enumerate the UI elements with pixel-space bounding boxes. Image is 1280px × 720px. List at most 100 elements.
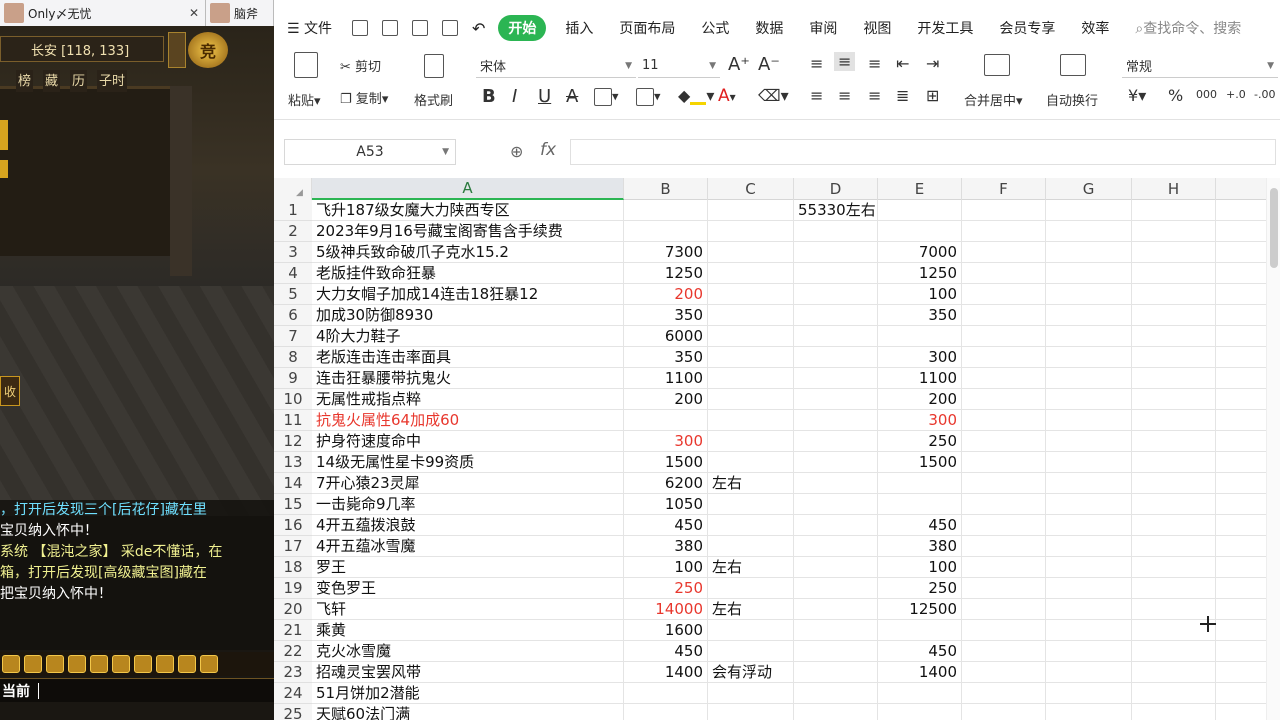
- cell-e[interactable]: 300: [878, 410, 962, 431]
- cell-e[interactable]: 300: [878, 347, 962, 368]
- cell-e[interactable]: 12500: [878, 599, 962, 620]
- cell-e[interactable]: 1500: [878, 452, 962, 473]
- cell-g[interactable]: [1046, 200, 1132, 221]
- cell-a[interactable]: 加成30防御8930: [312, 305, 624, 326]
- row-header[interactable]: 5: [274, 284, 312, 305]
- cell-c[interactable]: [708, 326, 794, 347]
- cell-e[interactable]: [878, 620, 962, 641]
- cell-e[interactable]: 450: [878, 641, 962, 662]
- cell-g[interactable]: [1046, 452, 1132, 473]
- cell-h[interactable]: [1132, 200, 1216, 221]
- cell-d[interactable]: [794, 641, 878, 662]
- cell-b[interactable]: 300: [624, 431, 708, 452]
- cell-b[interactable]: 7300: [624, 242, 708, 263]
- card-icon[interactable]: [112, 655, 130, 673]
- cell-g[interactable]: [1046, 557, 1132, 578]
- cell-e[interactable]: 100: [878, 284, 962, 305]
- cell-a[interactable]: 克火冰雪魔: [312, 641, 624, 662]
- cell-a[interactable]: 抗鬼火属性64加成60: [312, 410, 624, 431]
- cell-a[interactable]: 飞升187级女魔大力陕西专区: [312, 200, 624, 221]
- cell-f[interactable]: [962, 620, 1046, 641]
- cell-f[interactable]: [962, 368, 1046, 389]
- collapse-button[interactable]: 收: [0, 376, 20, 406]
- cell-h[interactable]: [1132, 305, 1216, 326]
- merge-center-button[interactable]: 合并居中▾: [964, 90, 1023, 109]
- underline-icon[interactable]: U: [538, 86, 551, 107]
- cell-c[interactable]: [708, 578, 794, 599]
- cell-c[interactable]: [708, 284, 794, 305]
- cell-b[interactable]: [624, 200, 708, 221]
- minimap-toggle-button[interactable]: [168, 32, 186, 68]
- cell-h[interactable]: [1132, 683, 1216, 704]
- cell-g[interactable]: [1046, 683, 1132, 704]
- row-header[interactable]: 20: [274, 599, 312, 620]
- cell-b[interactable]: 350: [624, 347, 708, 368]
- column-header-c[interactable]: C: [708, 178, 794, 200]
- italic-icon[interactable]: I: [512, 86, 517, 107]
- cell-c[interactable]: [708, 389, 794, 410]
- cell-e[interactable]: 1400: [878, 662, 962, 683]
- paste-icon[interactable]: [294, 52, 318, 78]
- percent-button[interactable]: %: [1168, 86, 1183, 105]
- cell-b[interactable]: [624, 704, 708, 720]
- row-header[interactable]: 18: [274, 557, 312, 578]
- cell-f[interactable]: [962, 704, 1046, 720]
- menu-history[interactable]: 历: [70, 70, 88, 92]
- column-header-e[interactable]: E: [878, 178, 962, 200]
- row-header[interactable]: 21: [274, 620, 312, 641]
- cell-g[interactable]: [1046, 221, 1132, 242]
- cell-d[interactable]: [794, 683, 878, 704]
- cell-a[interactable]: 天赋60法门满: [312, 704, 624, 720]
- cell-a[interactable]: 一击毙命9几率: [312, 494, 624, 515]
- row-header[interactable]: 11: [274, 410, 312, 431]
- column-header-h[interactable]: H: [1132, 178, 1216, 200]
- tab-developer[interactable]: 开发工具: [904, 18, 986, 38]
- cell-b[interactable]: 1250: [624, 263, 708, 284]
- font-color-icon[interactable]: A▾: [718, 86, 736, 106]
- cell-b[interactable]: 1600: [624, 620, 708, 641]
- print-preview-icon[interactable]: [442, 20, 459, 36]
- horn-icon[interactable]: [178, 655, 196, 673]
- cell-d[interactable]: [794, 452, 878, 473]
- row-header[interactable]: 9: [274, 368, 312, 389]
- fx-icon[interactable]: fx: [540, 140, 556, 160]
- cell-c[interactable]: [708, 641, 794, 662]
- cell-h[interactable]: [1132, 515, 1216, 536]
- cell-h[interactable]: [1132, 641, 1216, 662]
- cell-g[interactable]: [1046, 704, 1132, 720]
- tab-home[interactable]: 开始: [498, 15, 547, 41]
- font-name-select[interactable]: 宋体 ▼: [476, 54, 636, 78]
- cell-e[interactable]: 1250: [878, 263, 962, 284]
- row-header[interactable]: 4: [274, 263, 312, 284]
- cell-f[interactable]: [962, 326, 1046, 347]
- cell-b[interactable]: 1400: [624, 662, 708, 683]
- cell-b[interactable]: 450: [624, 515, 708, 536]
- row-header[interactable]: 22: [274, 641, 312, 662]
- menu-rank[interactable]: 榜: [16, 70, 34, 92]
- wrap-text-button[interactable]: 自动换行: [1046, 90, 1098, 109]
- select-all-corner[interactable]: ◢: [274, 178, 312, 200]
- cell-c[interactable]: 左右: [708, 557, 794, 578]
- cell-f[interactable]: [962, 536, 1046, 557]
- cell-f[interactable]: [962, 284, 1046, 305]
- column-header-a[interactable]: A: [312, 178, 624, 200]
- cell-c[interactable]: [708, 683, 794, 704]
- cell-c[interactable]: [708, 431, 794, 452]
- cell-f[interactable]: [962, 641, 1046, 662]
- row-header[interactable]: 6: [274, 305, 312, 326]
- cell-a[interactable]: 老版连击连击率面具: [312, 347, 624, 368]
- cell-a[interactable]: 老版挂件致命狂暴: [312, 263, 624, 284]
- cell-d[interactable]: [794, 347, 878, 368]
- cell-f[interactable]: [962, 599, 1046, 620]
- cell-g[interactable]: [1046, 242, 1132, 263]
- cell-c[interactable]: [708, 452, 794, 473]
- cell-h[interactable]: [1132, 452, 1216, 473]
- cell-a[interactable]: 变色罗王: [312, 578, 624, 599]
- cell-b[interactable]: 380: [624, 536, 708, 557]
- cell-h[interactable]: [1132, 431, 1216, 452]
- print-icon[interactable]: [412, 20, 429, 36]
- cell-d[interactable]: [794, 305, 878, 326]
- cell-d[interactable]: [794, 242, 878, 263]
- cell-f[interactable]: [962, 221, 1046, 242]
- cell-f[interactable]: [962, 494, 1046, 515]
